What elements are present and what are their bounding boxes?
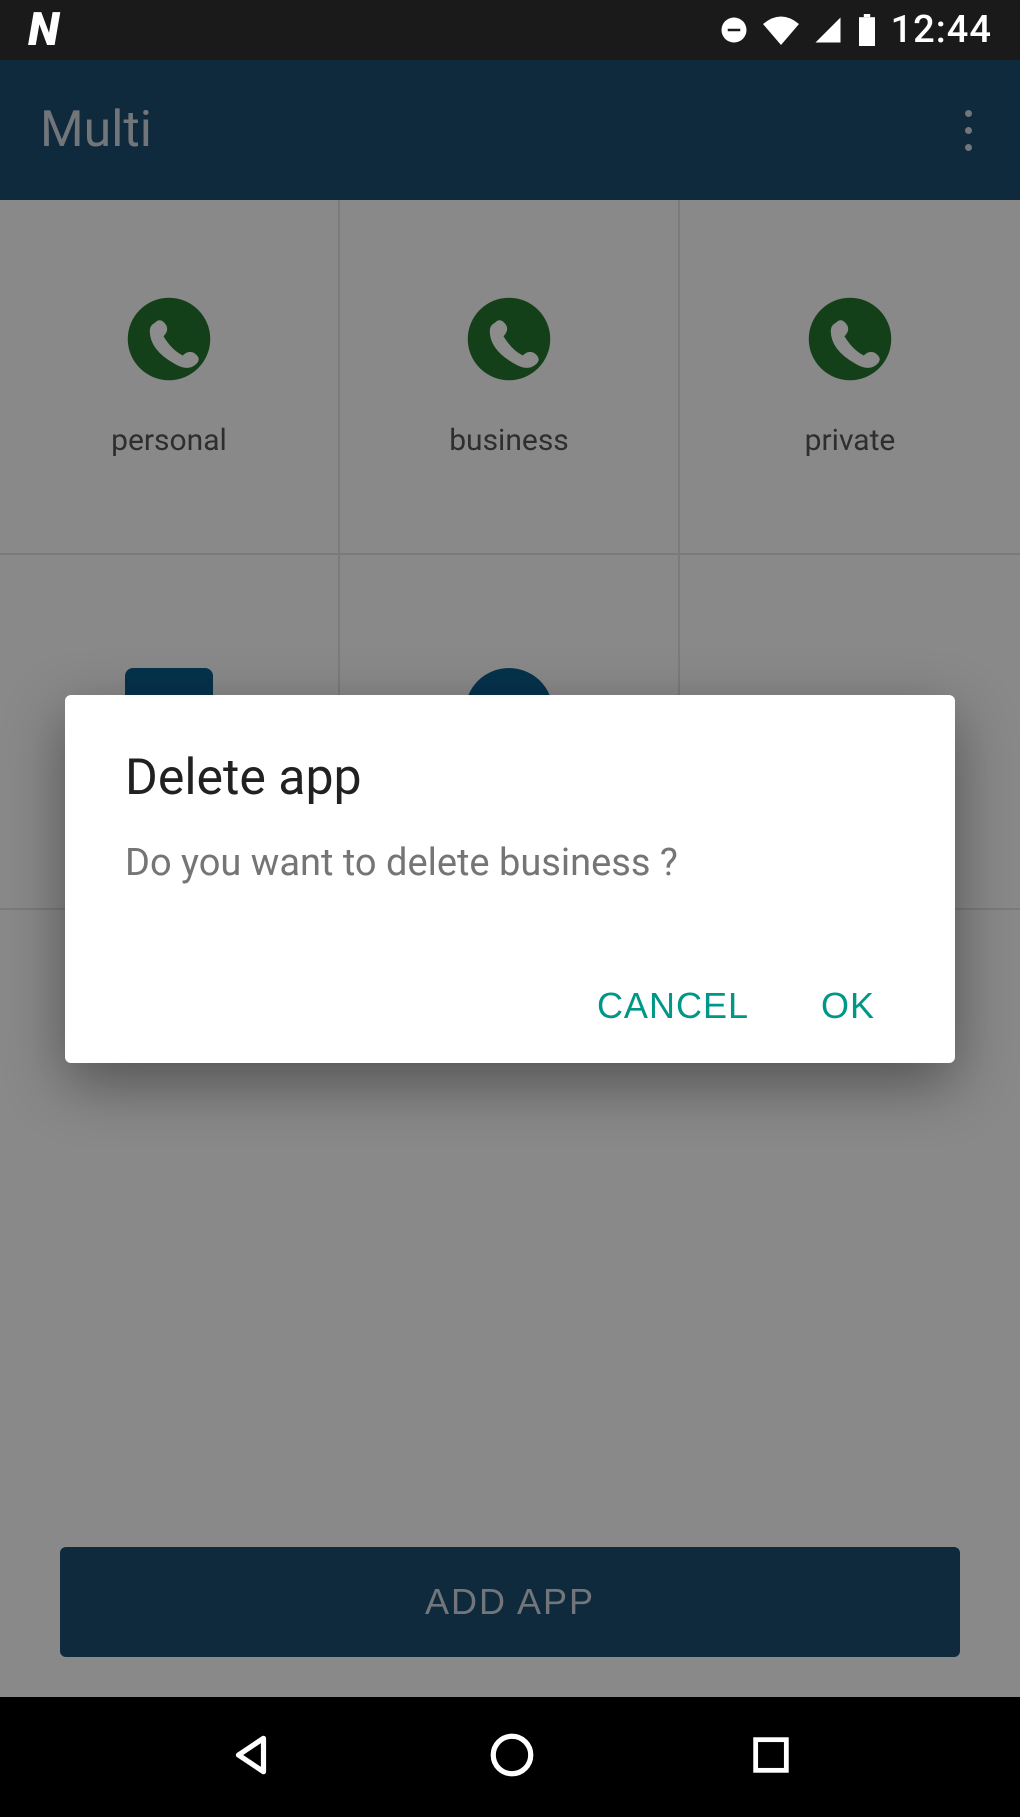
dialog-scrim[interactable]: Delete app Do you want to delete busines… [0,60,1020,1697]
ok-button[interactable]: OK [821,985,875,1027]
recents-button[interactable] [748,1732,794,1782]
recents-icon [748,1732,794,1778]
circle-status-icon [719,15,749,45]
n-logo-icon: N [28,3,57,57]
cellular-signal-icon [813,15,843,45]
status-time: 12:44 [891,8,992,52]
cancel-button[interactable]: CANCEL [597,985,749,1027]
dialog-title: Delete app [125,749,895,807]
back-button[interactable] [226,1730,276,1784]
dialog-message: Do you want to delete business ? [125,841,895,885]
wifi-icon [763,15,799,45]
navigation-bar [0,1697,1020,1817]
home-icon [487,1730,537,1780]
delete-dialog: Delete app Do you want to delete busines… [65,695,955,1063]
home-button[interactable] [487,1730,537,1784]
battery-icon [857,14,877,46]
status-bar: N 12:44 [0,0,1020,60]
dialog-actions: CANCEL OK [125,985,895,1027]
back-icon [226,1730,276,1780]
